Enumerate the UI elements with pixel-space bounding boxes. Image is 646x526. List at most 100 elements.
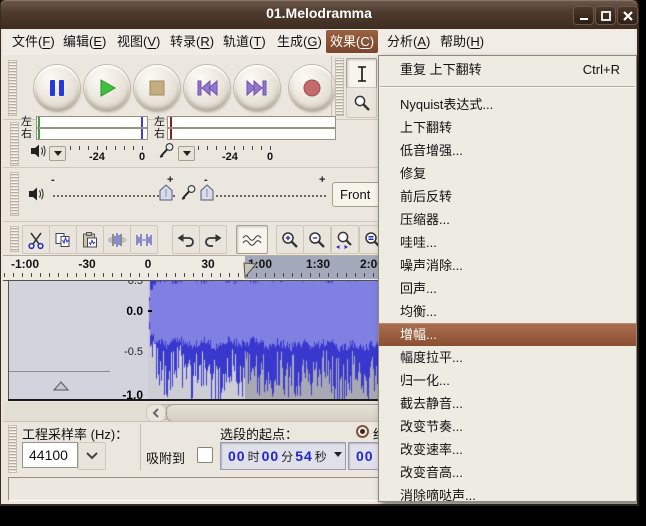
close-button[interactable]	[617, 6, 638, 25]
redo-icon	[205, 233, 222, 247]
effects-menu-item-leveller[interactable]: 幅度拉平...	[379, 346, 636, 369]
track-collapse-button[interactable]	[9, 371, 110, 400]
input-meter-scale-minus24: -24	[222, 151, 238, 163]
h-scrollbar-left-button[interactable]	[146, 404, 166, 422]
track-vertical-ruler[interactable]: 0.5 0.0 -0.5 -1.0	[110, 281, 149, 399]
effects-menu-item-repair[interactable]: 修复	[379, 162, 636, 185]
mixer-toolbar-grip[interactable]	[10, 172, 19, 216]
effects-menu-item-nyquist-prompt[interactable]: Nyquist表达式...	[379, 93, 636, 116]
output-meter-dropdown[interactable]	[49, 146, 66, 161]
record-button[interactable]	[289, 65, 335, 111]
effects-menu-item-change-speed[interactable]: 改变速率...	[379, 438, 636, 461]
menubar-item-analyze[interactable]: 分析(A)	[383, 30, 434, 53]
output-volume-slider-track[interactable]	[53, 195, 175, 197]
effects-menu-item-truncate-silence[interactable]: 截去静音...	[379, 392, 636, 415]
paste-button[interactable]	[76, 225, 104, 254]
snap-to-checkbox[interactable]	[197, 447, 213, 463]
meter-peak-hold-line	[141, 117, 143, 127]
output-volume-plus: +	[167, 174, 174, 186]
timefield-dropdown-icon[interactable]	[334, 451, 342, 461]
edit-toolbar-grip[interactable]	[10, 226, 19, 252]
effects-menu-item-repeat-last[interactable]: 重复 上下翻转 Ctrl+R	[379, 58, 636, 81]
menubar-item-generate[interactable]: 生成(G)	[273, 30, 326, 53]
effects-menu-item-amplify[interactable]: 增幅...	[379, 323, 636, 346]
copy-button[interactable]	[49, 225, 77, 254]
trim-audio-button[interactable]	[103, 225, 131, 254]
vruler-label: 0.0	[126, 304, 143, 318]
undo-button[interactable]	[172, 225, 200, 254]
desktop-background: 01.Melodramma 文件(F) 编辑(E) 视图(V) 转录(R) 轨道…	[0, 0, 646, 526]
output-volume-slider-thumb[interactable]	[159, 184, 173, 201]
maximize-button[interactable]	[595, 6, 616, 25]
pause-button[interactable]	[34, 65, 80, 111]
time-hours[interactable]: 00	[228, 448, 246, 464]
sync-lock-tracks-button[interactable]	[236, 225, 268, 254]
output-meter-scale-minus24: -24	[89, 151, 105, 163]
stop-button[interactable]	[134, 65, 180, 111]
waveform-canvas[interactable]	[148, 281, 378, 399]
input-meter-left-bar[interactable]	[167, 116, 336, 128]
cut-icon	[28, 232, 44, 249]
effects-menu-item-change-pitch[interactable]: 改变音高...	[379, 461, 636, 484]
effects-menu-item-noise-removal[interactable]: 噪声消除...	[379, 254, 636, 277]
input-meter-right-bar[interactable]	[167, 128, 336, 140]
titlebar[interactable]: 01.Melodramma	[1, 0, 638, 29]
selection-tool-button[interactable]	[346, 58, 377, 89]
input-meter-dropdown[interactable]	[178, 146, 195, 161]
time-minutes[interactable]: 00	[262, 448, 280, 464]
menubar-item-file[interactable]: 文件(F)	[8, 30, 59, 53]
playhead-pointer-icon[interactable]	[243, 262, 258, 278]
effects-menu-item-echo[interactable]: 回声...	[379, 277, 636, 300]
meter-toolbar-grip[interactable]	[10, 122, 19, 166]
menubar-item-edit[interactable]: 编辑(E)	[59, 30, 110, 53]
fit-selection-button[interactable]	[331, 225, 359, 254]
timeline-label: 1:30	[305, 257, 331, 271]
effects-menu-item-wahwah[interactable]: 哇哇...	[379, 231, 636, 254]
selection-toolbar-grip[interactable]	[8, 425, 17, 473]
output-meter-right-label: 右	[21, 128, 32, 140]
effects-menu-item-click-removal[interactable]: 消除嘀哒声...	[379, 484, 636, 501]
collapse-triangle-icon	[53, 381, 69, 391]
transport-toolbar-grip[interactable]	[8, 60, 17, 116]
redo-button[interactable]	[199, 225, 227, 254]
input-volume-slider-thumb[interactable]	[200, 184, 214, 201]
project-rate-dropdown-button[interactable]	[78, 442, 106, 470]
skip-to-end-button[interactable]	[234, 65, 280, 111]
menubar-item-effect[interactable]: 效果(C)	[326, 30, 379, 53]
skip-to-start-button[interactable]	[184, 65, 230, 111]
output-meter-scale-ticks	[70, 146, 148, 150]
effects-menu-item-bass-boost[interactable]: 低音增强...	[379, 139, 636, 162]
output-meter-left-bar[interactable]	[36, 116, 148, 128]
input-volume-slider-track[interactable]	[216, 195, 326, 197]
meter-peak-hold-line	[141, 129, 143, 139]
menubar-item-help[interactable]: 帮助(H)	[436, 30, 488, 53]
shortcut-label: Ctrl+R	[582, 62, 620, 77]
zoom-out-button[interactable]	[303, 225, 331, 254]
output-meter-right-bar[interactable]	[36, 128, 148, 140]
effects-menu-item-reverse[interactable]: 前后反转	[379, 185, 636, 208]
cut-button[interactable]	[22, 225, 50, 254]
menubar-item-view[interactable]: 视图(V)	[113, 30, 164, 53]
effects-menu-item-normalize[interactable]: 归一化...	[379, 369, 636, 392]
menubar-item-transcribe[interactable]: 转录(R)	[166, 30, 218, 53]
project-rate-value[interactable]: 44100	[22, 442, 78, 468]
silence-audio-button[interactable]	[130, 225, 158, 254]
effects-menu-item-equalization[interactable]: 均衡...	[379, 300, 636, 323]
trim-audio-icon	[108, 232, 126, 247]
play-button[interactable]	[84, 65, 130, 111]
menubar-item-tracks[interactable]: 轨道(T)	[219, 30, 270, 53]
tools-toolbar-grip[interactable]	[335, 58, 344, 116]
ibeam-icon	[357, 65, 366, 82]
selection-end-radio[interactable]	[356, 425, 369, 438]
effects-menu-item-compressor[interactable]: 压缩器...	[379, 208, 636, 231]
vruler-label: 0.5	[127, 281, 143, 287]
time-hours[interactable]: 00	[356, 448, 374, 464]
zoom-in-button[interactable]	[276, 225, 304, 254]
effects-menu-item-change-tempo[interactable]: 改变节奏...	[379, 415, 636, 438]
dropdown-arrow-icon	[53, 151, 62, 160]
minimize-button[interactable]	[573, 6, 594, 25]
zoom-tool-button[interactable]	[346, 87, 377, 118]
selection-start-timefield[interactable]: 00 时 00 分 54 秒	[220, 442, 346, 470]
effects-menu-item-invert[interactable]: 上下翻转	[379, 116, 636, 139]
time-seconds[interactable]: 54	[295, 448, 313, 464]
